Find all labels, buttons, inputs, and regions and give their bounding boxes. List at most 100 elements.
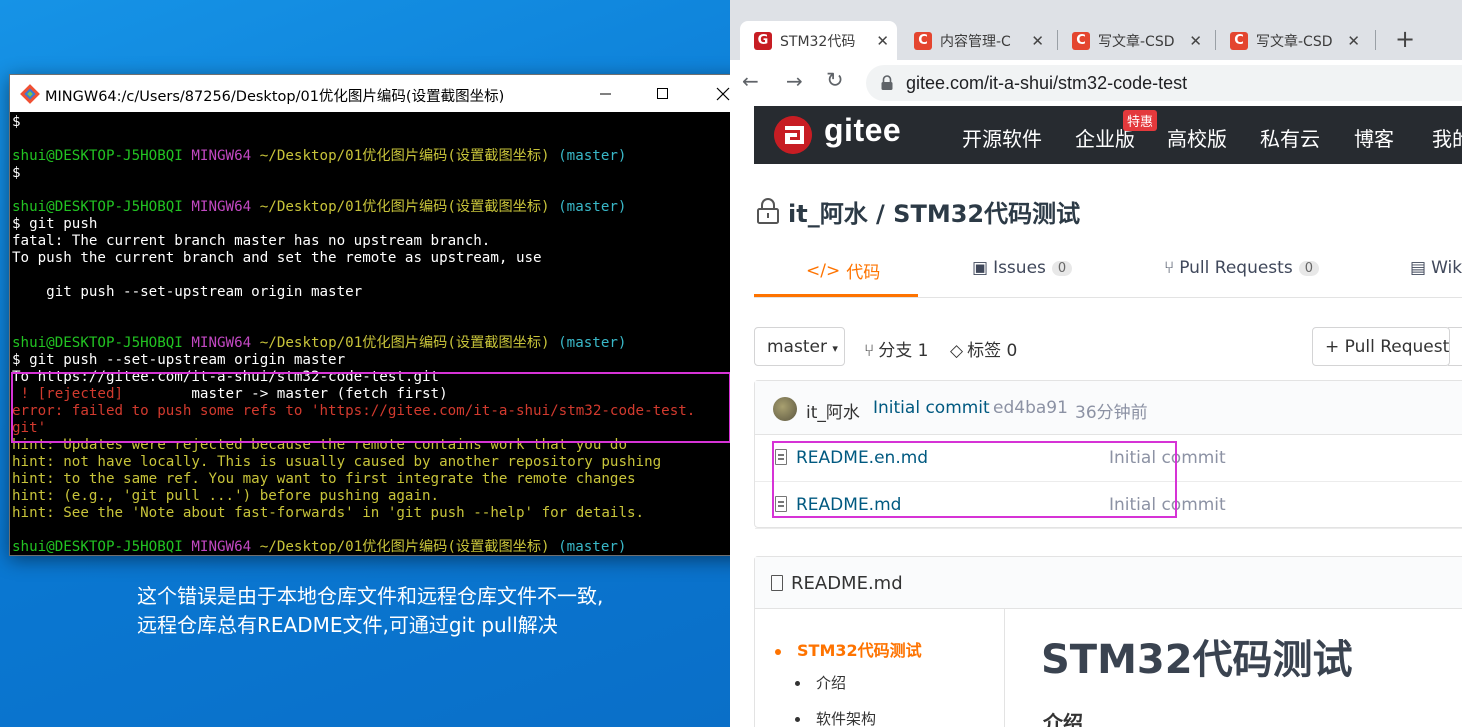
prompt-path: ~/Desktop/01优化图片编码(设置截图坐标) xyxy=(259,199,550,215)
browser-window[interactable]: G STM32代码 ✕ C 内容管理-C ✕ C 写文章-CSD ✕ C 写文章… xyxy=(730,0,1462,727)
tab-pull-requests[interactable]: ⑂ Pull Requests 0 xyxy=(1164,258,1319,278)
branch-select[interactable]: master ▾ xyxy=(754,327,845,366)
promo-badge: 特惠 xyxy=(1123,110,1158,131)
chevron-down-icon: ▾ xyxy=(832,342,838,355)
gitee-wordmark[interactable]: gitee xyxy=(824,112,901,149)
tab-close-icon[interactable]: ✕ xyxy=(1347,32,1360,50)
tab-issues[interactable]: ▣ Issues 0 xyxy=(972,258,1073,278)
tab-code[interactable]: </> 代码 xyxy=(806,258,880,284)
tab-gitee[interactable]: G STM32代码 ✕ xyxy=(740,21,897,60)
reload-icon[interactable]: ↻ xyxy=(826,68,844,92)
tag-count-link[interactable]: ◇ 标签 0 xyxy=(950,336,1017,361)
toc-item-arch[interactable]: 软件架构 xyxy=(795,708,876,727)
gitee-logo-icon[interactable] xyxy=(774,116,812,154)
csdn-favicon-icon: C xyxy=(1072,31,1090,50)
more-actions-button[interactable] xyxy=(1448,327,1462,366)
tab-issues-label: Issues xyxy=(993,258,1046,278)
commit-sha[interactable]: ed4ba91 xyxy=(993,398,1068,418)
new-pull-request-button[interactable]: + Pull Request xyxy=(1312,327,1450,366)
maximize-icon xyxy=(657,87,668,99)
terminal-output[interactable]: $ shui@DESKTOP-J5HOBQI MINGW64 ~/Desktop… xyxy=(10,112,736,555)
tab-separator xyxy=(1057,30,1058,50)
nav-blog[interactable]: 博客 xyxy=(1354,123,1394,152)
tab-label: 写文章-CSD xyxy=(1256,33,1333,50)
terminal-error-line: error: failed to push some refs to 'http… xyxy=(12,403,696,419)
branch-icon: ⑂ xyxy=(864,341,875,361)
toc-item-intro[interactable]: 介绍 xyxy=(795,672,846,693)
toc-label: STM32代码测试 xyxy=(797,641,922,660)
repo-tabs: </> 代码 ▣ Issues 0 ⑂ Pull Requests 0 ▤ Wi… xyxy=(754,246,1462,298)
terminal-prompt: shui@DESKTOP-J5HOBQI MINGW64 ~/Desktop/0… xyxy=(12,199,736,216)
commit-message[interactable]: Initial commit xyxy=(873,398,990,418)
readme-heading: STM32代码测试 xyxy=(1041,637,1353,683)
tab-close-icon[interactable]: ✕ xyxy=(1189,32,1202,50)
git-bash-icon xyxy=(20,84,40,104)
terminal-titlebar[interactable]: MINGW64:/c/Users/87256/Desktop/01优化图片编码(… xyxy=(10,75,752,112)
prompt-shell: MINGW64 xyxy=(191,539,252,555)
nav-open-source[interactable]: 开源软件 xyxy=(962,123,1042,152)
minimize-button[interactable] xyxy=(583,75,629,112)
tab-csdn-write-2[interactable]: C 写文章-CSD ✕ xyxy=(1218,21,1368,60)
nav-education[interactable]: 高校版 xyxy=(1167,123,1227,152)
url-text: gitee.com/it-a-shui/stm32-code-test xyxy=(906,73,1188,93)
terminal-line: ! [rejected] master -> master (fetch fir… xyxy=(12,386,736,403)
file-row[interactable]: README.md Initial commit xyxy=(755,482,1462,529)
prompt-user: shui@DESKTOP-J5HOBQI xyxy=(12,148,183,164)
terminal-line: fatal: The current branch master has no … xyxy=(12,233,491,249)
prompt-user: shui@DESKTOP-J5HOBQI xyxy=(12,539,183,555)
tab-wiki-label: Wiki xyxy=(1431,258,1462,278)
tab-wiki[interactable]: ▤ Wiki xyxy=(1410,258,1462,278)
terminal-line: $ git push xyxy=(12,216,98,232)
file-icon xyxy=(775,496,787,512)
file-icon xyxy=(775,449,787,465)
issues-count: 0 xyxy=(1051,260,1073,276)
avatar[interactable] xyxy=(773,397,797,421)
file-list: it_阿水 Initial commit ed4ba91 36分钟前 READM… xyxy=(754,380,1462,529)
terminal-line: $ xyxy=(12,165,21,181)
prompt-user: shui@DESKTOP-J5HOBQI xyxy=(12,199,183,215)
file-name[interactable]: README.en.md xyxy=(796,448,928,468)
tab-csdn-write[interactable]: C 写文章-CSD ✕ xyxy=(1060,21,1210,60)
branch-count-label: 分支 1 xyxy=(878,341,929,361)
desktop-caption: 这个错误是由于本地仓库文件和远程仓库文件不一致, 远程仓库总有README文件,… xyxy=(137,582,717,640)
prompt-branch: (master) xyxy=(558,148,627,164)
tab-label: 内容管理-C xyxy=(940,33,1011,50)
forward-arrow-icon[interactable]: → xyxy=(786,69,803,93)
readme-panel: README.md STM32代码测试 介绍 软件架构 STM32代码测试 介绍 xyxy=(754,556,1462,727)
file-name[interactable]: README.md xyxy=(796,495,901,515)
prompt-shell: MINGW64 xyxy=(191,199,252,215)
new-tab-button[interactable]: + xyxy=(1390,24,1420,54)
repo-title[interactable]: it_阿水 / STM32代码测试 xyxy=(788,194,1080,229)
terminal-line: $ xyxy=(12,114,21,130)
tag-icon: ◇ xyxy=(950,341,964,361)
branch-count-link[interactable]: ⑂ 分支 1 xyxy=(864,336,928,361)
back-arrow-icon[interactable]: ← xyxy=(742,69,759,93)
maximize-button[interactable] xyxy=(640,75,686,112)
terminal-title: MINGW64:/c/Users/87256/Desktop/01优化图片编码(… xyxy=(45,89,505,105)
bullet-icon xyxy=(795,681,800,686)
csdn-favicon-icon: C xyxy=(1230,31,1248,50)
prompt-shell: MINGW64 xyxy=(191,148,252,164)
tab-close-icon[interactable]: ✕ xyxy=(1031,32,1044,50)
terminal-window[interactable]: MINGW64:/c/Users/87256/Desktop/01优化图片编码(… xyxy=(9,74,753,556)
file-row[interactable]: README.en.md Initial commit xyxy=(755,435,1462,482)
toc-item-title[interactable]: STM32代码测试 xyxy=(775,637,922,661)
tab-close-icon[interactable]: ✕ xyxy=(876,32,889,50)
readme-header-title: README.md xyxy=(791,573,903,594)
tab-csdn-content[interactable]: C 内容管理-C ✕ xyxy=(902,21,1052,60)
terminal-prompt: shui@DESKTOP-J5HOBQI MINGW64 ~/Desktop/0… xyxy=(12,148,736,165)
minimize-icon xyxy=(600,93,611,94)
prompt-path: ~/Desktop/01优化图片编码(设置截图坐标) xyxy=(259,335,550,351)
commit-author[interactable]: it_阿水 xyxy=(806,398,860,423)
nav-mine[interactable]: 我的 xyxy=(1432,123,1462,152)
file-commit[interactable]: Initial commit xyxy=(1109,495,1226,515)
prompt-shell: MINGW64 xyxy=(191,335,252,351)
nav-private-cloud[interactable]: 私有云 xyxy=(1260,123,1320,152)
terminal-line: $ git push --set-upstream origin master xyxy=(12,352,346,368)
caption-line-1: 这个错误是由于本地仓库文件和远程仓库文件不一致, xyxy=(137,584,604,608)
url-input[interactable]: gitee.com/it-a-shui/stm32-code-test xyxy=(866,65,1462,101)
prompt-branch: (master) xyxy=(558,539,627,555)
file-commit[interactable]: Initial commit xyxy=(1109,448,1226,468)
